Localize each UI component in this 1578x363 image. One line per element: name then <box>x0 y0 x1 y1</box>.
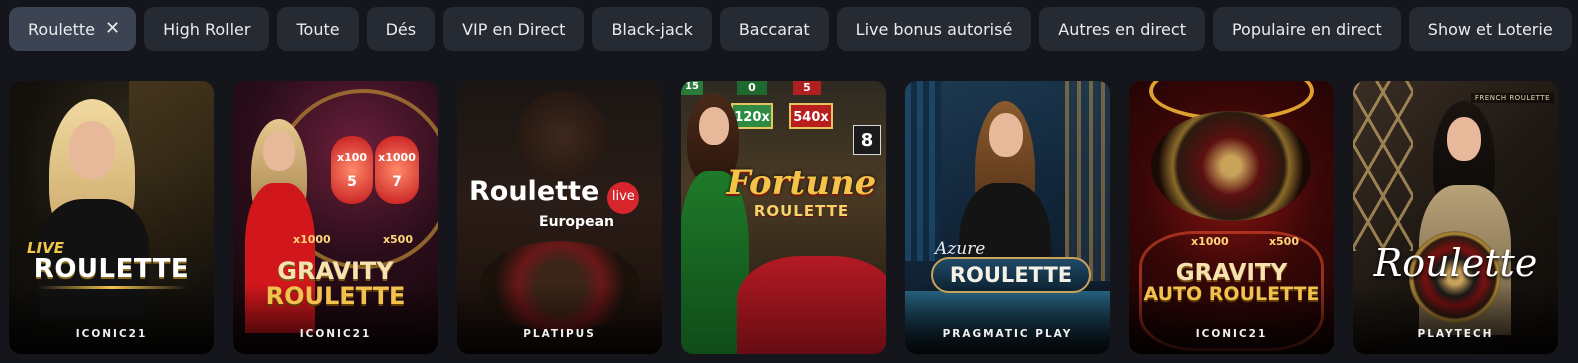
orb-multiplier: x1000 <box>378 151 416 164</box>
game-grid: LIVE ROULETTE ICONIC21 x100 5 x1000 7 x1… <box>9 81 1558 354</box>
game-card-european-roulette[interactable]: Roulette live European PLATIPUS <box>457 81 662 354</box>
game-logo-line1: Azure <box>935 239 986 259</box>
game-logo-line2: ROULETTE <box>931 257 1091 293</box>
filter-chip-label: Autres en direct <box>1058 19 1186 39</box>
filter-chip-roulette-active[interactable]: Roulette ✕ <box>9 7 137 51</box>
close-icon[interactable]: ✕ <box>105 20 120 38</box>
game-provider: PRAGMATIC PLAY <box>942 328 1073 340</box>
filter-chip-show-et-loterie[interactable]: Show et Loterie <box>1408 7 1572 51</box>
game-card-azure-roulette[interactable]: Azure ROULETTE PRAGMATIC PLAY <box>905 81 1110 354</box>
game-logo-line1: GRAVITY <box>277 257 394 285</box>
card-shade <box>457 284 662 354</box>
game-provider: PLATIPUS <box>523 328 596 340</box>
game-provider: PLAYTECH <box>1417 328 1494 340</box>
multiplier-tags: x1000 x500 <box>293 233 413 246</box>
game-card-fortune-roulette[interactable]: 15 0 5 120x 540x 8 Fortune ROULETTE <box>681 81 886 354</box>
live-badge: live <box>607 182 640 214</box>
number-tile: 0 <box>737 81 767 95</box>
filter-chip-label: Black-jack <box>611 19 693 39</box>
game-card-french-roulette[interactable]: FRENCH ROULETTE Roulette PLAYTECH <box>1353 81 1558 354</box>
filter-chip-high-roller[interactable]: High Roller <box>144 7 270 51</box>
number-tile: 15 <box>681 81 703 95</box>
multiplier-tag: x1000 <box>1191 235 1229 248</box>
filter-chip-baccarat[interactable]: Baccarat <box>719 7 829 51</box>
filter-chip-label: Toute <box>296 19 340 39</box>
filter-chip-label: High Roller <box>163 19 251 39</box>
filter-chip-label: Live bonus autorisé <box>855 19 1013 39</box>
game-logo-line1: Fortune <box>726 163 877 203</box>
corner-tag: FRENCH ROULETTE <box>1470 93 1554 103</box>
game-logo-line1: GRAVITY <box>1175 260 1288 286</box>
filter-chip-vip-en-direct[interactable]: VIP en Direct <box>443 7 585 51</box>
filter-chip-des[interactable]: Dés <box>366 7 436 51</box>
multiplier-orb-left: x100 5 <box>331 136 373 204</box>
game-logo-line2: AUTO ROULETTE <box>1143 283 1320 306</box>
game-logo: Fortune ROULETTE <box>711 166 886 219</box>
game-provider: ICONIC21 <box>1195 328 1268 340</box>
orb-number: 5 <box>347 173 357 190</box>
filter-chip-black-jack[interactable]: Black-jack <box>592 7 712 51</box>
game-logo-subtitle: European <box>539 214 614 230</box>
game-card-gravity-roulette[interactable]: x100 5 x1000 7 x1000 x500 GRAVITY ROULET… <box>233 81 438 354</box>
filter-chip-label: Roulette <box>28 19 96 39</box>
category-filter-bar: Roulette ✕ High Roller Toute Dés VIP en … <box>9 7 1572 51</box>
casino-live-games-page: { "filters": { "active": { "label": "Rou… <box>0 0 1578 363</box>
number-tile: 5 <box>793 81 821 95</box>
card-shade <box>9 284 214 354</box>
game-provider: ICONIC21 <box>299 328 372 340</box>
card-shade <box>1353 284 1558 354</box>
game-logo: LIVE ROULETTE <box>9 241 214 290</box>
game-logo: Roulette <box>1353 241 1558 285</box>
game-logo-title: Roulette <box>469 176 600 207</box>
game-logo-line2: ROULETTE <box>33 254 190 284</box>
multiplier-tile: 540x <box>789 103 833 129</box>
filter-chip-toute[interactable]: Toute <box>277 7 359 51</box>
multiplier-tags: x1000 x500 <box>1191 235 1299 248</box>
multiplier-tag: x1000 <box>293 233 331 246</box>
game-card-gravity-auto-roulette[interactable]: x1000 x500 GRAVITY AUTO ROULETTE ICONIC2… <box>1129 81 1334 354</box>
game-logo-line2: ROULETTE <box>753 202 850 220</box>
orb-number: 7 <box>392 173 402 190</box>
filter-chip-label: Populaire en direct <box>1231 19 1382 39</box>
multiplier-tag: x500 <box>382 233 413 246</box>
game-logo: GRAVITY ROULETTE <box>233 257 438 311</box>
multiplier-orb-right: x1000 7 <box>375 136 419 204</box>
filter-chip-label: Show et Loterie <box>1427 19 1553 39</box>
filter-chip-live-bonus-autorise[interactable]: Live bonus autorisé <box>836 7 1032 51</box>
logo-underline <box>36 286 187 290</box>
number-tile: 8 <box>853 125 881 155</box>
filter-chip-label: Baccarat <box>738 19 810 39</box>
game-logo-line1: Roulette <box>1373 241 1538 285</box>
card-shade <box>905 284 1110 354</box>
game-logo: Roulette live European <box>469 176 640 230</box>
filter-chip-label: Dés <box>385 19 417 39</box>
game-card-live-roulette[interactable]: LIVE ROULETTE ICONIC21 <box>9 81 214 354</box>
filter-chip-label: VIP en Direct <box>462 19 566 39</box>
game-logo: Azure ROULETTE <box>931 239 1091 293</box>
orb-multiplier: x100 <box>336 151 368 164</box>
game-logo: GRAVITY AUTO ROULETTE <box>1129 261 1334 305</box>
filter-chip-autres-en-direct[interactable]: Autres en direct <box>1039 7 1205 51</box>
multiplier-tag: x500 <box>1268 235 1299 248</box>
game-provider: ICONIC21 <box>75 328 148 340</box>
filter-chip-populaire-en-direct[interactable]: Populaire en direct <box>1212 7 1401 51</box>
game-logo-line2: ROULETTE <box>265 282 406 311</box>
